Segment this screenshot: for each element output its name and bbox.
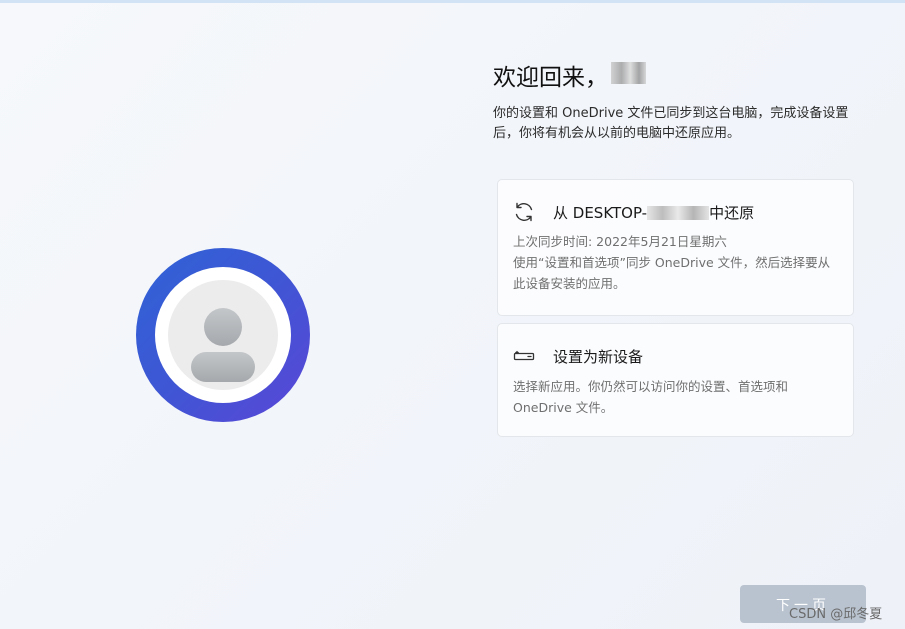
restore-from-desktop-option[interactable]: 从 DESKTOP- 中还原 上次同步时间: 2022年5月21日星期六 使用“设… <box>497 179 854 316</box>
page-subtitle: 你的设置和 OneDrive 文件已同步到这台电脑，完成设备设置后，你将有机会从… <box>493 106 849 141</box>
set-up-as-new-device-option[interactable]: 设置为新设备 选择新应用。你仍然可以访问你的设置、首选项和 OneDrive 文… <box>497 323 854 437</box>
top-accent-line <box>0 0 905 3</box>
avatar-body-shape <box>191 352 255 382</box>
last-sync-time: 上次同步时间: 2022年5月21日星期六 <box>513 234 727 249</box>
redacted-username <box>611 62 646 84</box>
avatar-head-shape <box>204 308 242 346</box>
new-device-icon <box>513 350 535 361</box>
restore-details: 使用“设置和首选项”同步 OneDrive 文件，然后选择要从此设备安装的应用。 <box>513 255 831 291</box>
new-device-option-description: 选择新应用。你仍然可以访问你的设置、首选项和 OneDrive 文件。 <box>513 379 789 415</box>
new-device-option-title: 设置为新设备 <box>553 348 644 366</box>
restore-title-prefix: 从 DESKTOP- <box>553 204 648 222</box>
user-avatar <box>136 248 310 422</box>
restore-option-description: 上次同步时间: 2022年5月21日星期六 使用“设置和首选项”同步 OneDr… <box>513 231 838 294</box>
avatar-ring-gap <box>155 267 291 403</box>
page-title: 欢迎回来， <box>493 65 608 91</box>
sync-icon <box>515 202 533 222</box>
restore-title-suffix: 中还原 <box>709 204 755 222</box>
avatar-placeholder <box>168 280 278 390</box>
csdn-watermark: CSDN @邱冬夏 <box>789 607 883 622</box>
restore-option-title: 从 DESKTOP- 中还原 <box>553 202 754 223</box>
redacted-device-name <box>647 206 710 220</box>
